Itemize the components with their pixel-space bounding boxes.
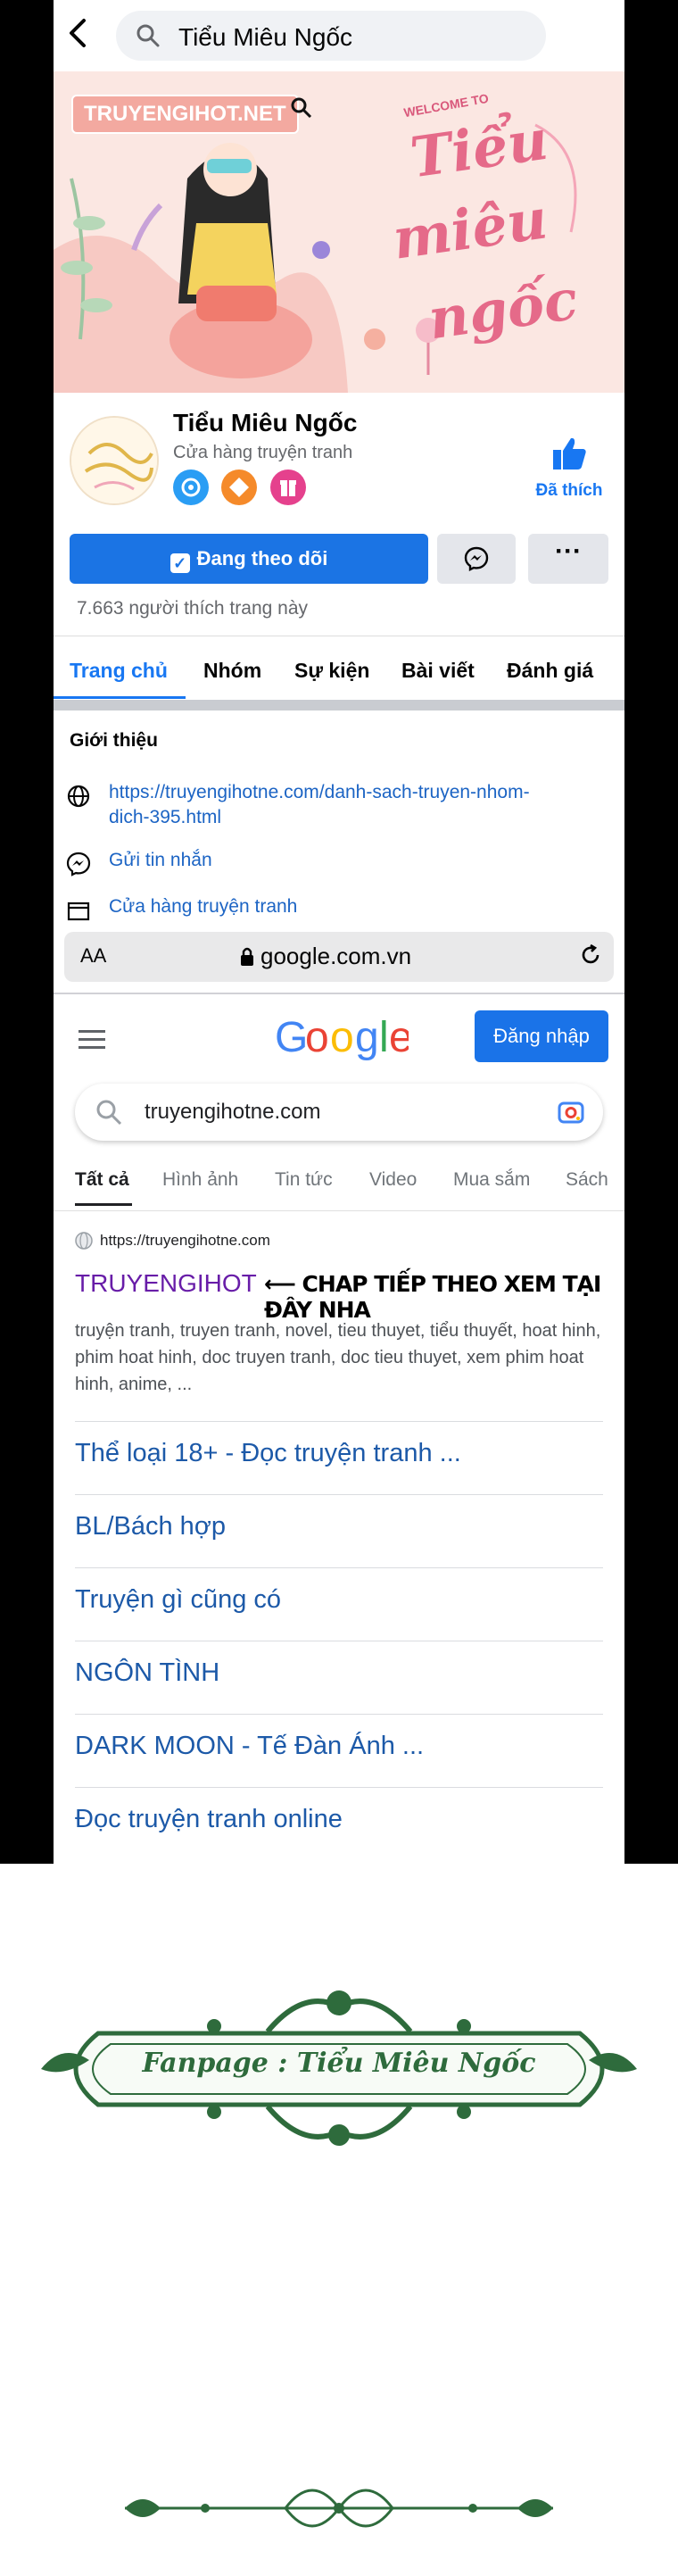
following-label: Đang theo dõi [196, 547, 328, 569]
search-icon [136, 23, 161, 53]
messenger-icon [464, 546, 489, 576]
section-separator [54, 700, 624, 710]
result-url[interactable]: https://truyengihotne.com [100, 1232, 270, 1250]
gtab-news[interactable]: Tin tức [275, 1169, 333, 1191]
sitelink[interactable]: Thể loại 18+ - Đọc truyện tranh ... [75, 1439, 603, 1468]
likes-count: 7.663 người thích trang này [77, 598, 308, 619]
result-snippet: truyện tranh, truyen tranh, novel, tieu … [75, 1321, 601, 1394]
globe-icon [66, 784, 91, 813]
reload-icon[interactable] [578, 943, 603, 974]
divider [75, 1494, 603, 1495]
intro-website-row[interactable]: https://truyengihotne.com/danh-sach-truy… [54, 782, 624, 835]
page-tabs: Trang chủ Nhóm Sự kiện Bài viết Đánh giá [54, 637, 624, 700]
diamond-badge-icon[interactable] [221, 469, 258, 505]
page-name: Tiểu Miêu Ngốc [173, 409, 358, 436]
decorative-flourish [107, 2472, 571, 2544]
back-arrow-icon[interactable] [68, 18, 87, 54]
google-lens-icon[interactable] [557, 1098, 585, 1131]
action-row: ✓ Đang theo dõi ··· [70, 534, 608, 584]
page-category: Cửa hàng truyện tranh [173, 443, 353, 462]
reader-settings-button[interactable]: AA [80, 944, 106, 968]
phone-screen: Tiểu Miêu Ngốc TRUYENGIHOT.NET WELCOME T… [54, 0, 624, 1864]
page-avatar[interactable] [70, 416, 159, 505]
tab-groups[interactable]: Nhóm [203, 659, 261, 683]
watermark-label: TRUYENGIHOT.NET [71, 95, 299, 134]
gift-badge-icon[interactable] [269, 469, 306, 505]
svg-text:o: o [305, 1014, 328, 1061]
intro-message-row[interactable]: Gửi tin nhắn [54, 850, 624, 880]
gtab-video[interactable]: Video [369, 1169, 417, 1191]
result-title[interactable]: TRUYENGIHOT [75, 1269, 257, 1298]
tab-reviews[interactable]: Đánh giá [507, 659, 593, 683]
liked-button[interactable]: Đã thích [526, 434, 612, 501]
overlay-note: ⟵ CHAP TIẾP THEO XEM TẠI ĐÂY NHA [264, 1271, 601, 1323]
search-icon [95, 1098, 123, 1131]
gtab-books[interactable]: Sách [566, 1169, 608, 1191]
gtab-shopping[interactable]: Mua sắm [453, 1169, 530, 1191]
lock-icon [239, 946, 255, 972]
site-favicon-icon [75, 1232, 93, 1254]
svg-text:l: l [379, 1014, 388, 1061]
check-icon: ✓ [170, 553, 190, 573]
cover-photo[interactable]: TRUYENGIHOT.NET WELCOME TO Tiểu miêu ngố… [54, 71, 624, 393]
intro-shop-row[interactable]: Cửa hàng truyện tranh [54, 896, 624, 927]
sitelink[interactable]: BL/Bách hợp [75, 1512, 603, 1541]
messenger-icon [66, 852, 91, 881]
google-logo[interactable]: G o o g l e [275, 1012, 413, 1072]
liked-label: Đã thích [535, 481, 603, 500]
messenger-button[interactable] [437, 534, 516, 584]
divider [75, 1567, 603, 1568]
menu-icon[interactable] [79, 1030, 105, 1054]
shop-icon [66, 898, 91, 927]
sitelink[interactable]: DARK MOON - Tế Đàn Ánh ... [75, 1732, 603, 1761]
active-gtab-indicator [75, 1203, 132, 1206]
shop-category-link[interactable]: Cửa hàng truyện tranh [109, 896, 297, 918]
divider [54, 1210, 624, 1211]
gtab-all[interactable]: Tất cả [75, 1169, 129, 1191]
svg-text:e: e [389, 1014, 409, 1061]
tab-home[interactable]: Trang chủ [70, 659, 168, 683]
divider [75, 1787, 603, 1788]
page-badges [173, 469, 315, 510]
svg-text:G: G [275, 1014, 307, 1061]
google-search-box[interactable]: truyengihotne.com [75, 1084, 603, 1141]
sign-in-button[interactable]: Đăng nhập [475, 1010, 608, 1062]
sitelink[interactable]: Đọc truyện tranh online [75, 1805, 603, 1834]
fanpage-banner: Fanpage : Tiểu Miêu Ngốc [36, 1980, 642, 2158]
svg-text:g: g [355, 1014, 378, 1061]
tab-posts[interactable]: Bài viết [401, 659, 475, 683]
url-domain: google.com.vn [260, 943, 412, 969]
screenshot-frame: Tiểu Miêu Ngốc TRUYENGIHOT.NET WELCOME T… [0, 0, 678, 1864]
divider [75, 1714, 603, 1715]
website-link-line[interactable]: https://truyengihotne.com/danh-sach-truy… [109, 782, 530, 803]
send-message-link[interactable]: Gửi tin nhắn [109, 850, 212, 871]
google-header: G o o g l e Đăng nhập [54, 994, 624, 1084]
search-field[interactable]: Tiểu Miêu Ngốc [116, 11, 546, 61]
following-button[interactable]: ✓ Đang theo dõi [70, 534, 428, 584]
more-options-button[interactable]: ··· [528, 534, 608, 584]
thumbs-up-icon [550, 437, 589, 477]
sitelink[interactable]: Truyện gì cũng có [75, 1585, 603, 1615]
search-query: Tiểu Miêu Ngốc [178, 23, 353, 51]
gtab-images[interactable]: Hình ảnh [162, 1169, 238, 1191]
tab-events[interactable]: Sự kiện [294, 659, 369, 683]
fanpage-label: Fanpage : Tiểu Miêu Ngốc [142, 2048, 536, 2079]
svg-text:o: o [330, 1014, 353, 1061]
top-bar: Tiểu Miêu Ngốc [54, 0, 624, 71]
ai-badge-icon[interactable] [173, 469, 209, 505]
sitelink[interactable]: NGÔN TÌNH [75, 1658, 603, 1688]
browser-url-bar[interactable]: AA google.com.vn [64, 932, 614, 982]
google-tabs: Tất cả Hình ảnh Tin tức Video Mua sắm Sá… [54, 1159, 624, 1212]
intro-heading: Giới thiệu [70, 730, 158, 751]
google-query: truyengihotne.com [145, 1100, 321, 1124]
zoom-icon [290, 96, 313, 124]
website-link-line[interactable]: dich-395.html [109, 807, 221, 828]
divider [75, 1421, 603, 1422]
active-tab-indicator [54, 696, 186, 699]
